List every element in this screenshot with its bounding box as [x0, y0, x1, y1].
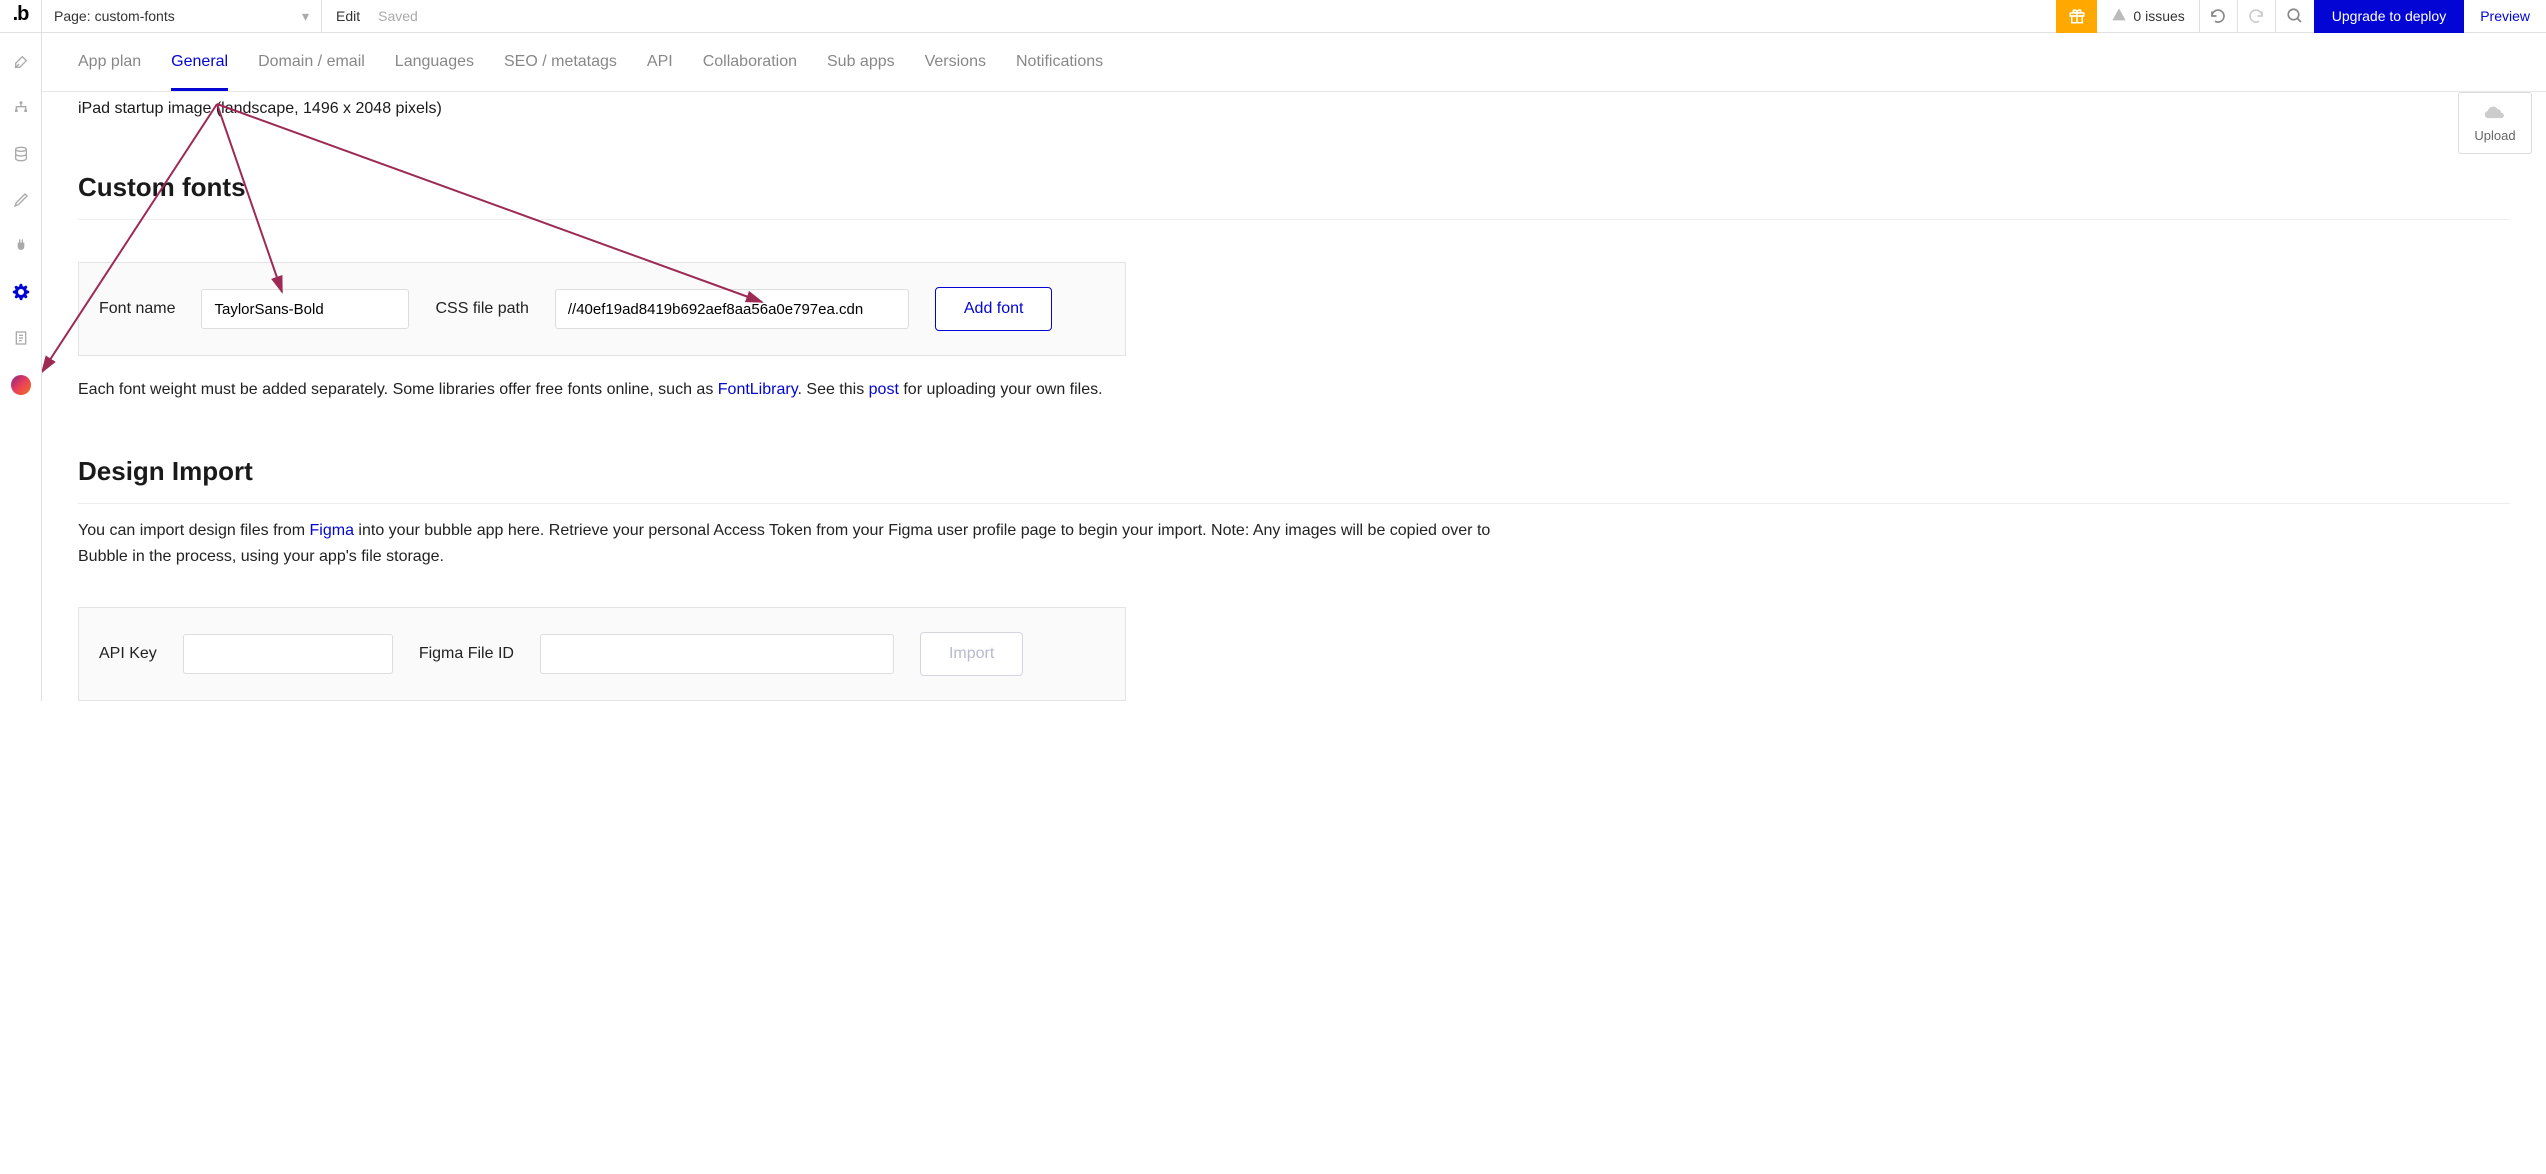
- cloud-upload-icon: [2484, 103, 2506, 124]
- plugins-icon[interactable]: [12, 237, 30, 255]
- upgrade-button[interactable]: Upgrade to deploy: [2314, 0, 2464, 33]
- tab-seo[interactable]: SEO / metatags: [504, 53, 617, 79]
- startup-image-label: iPad startup image (landscape, 1496 x 20…: [78, 92, 2510, 118]
- preview-button[interactable]: Preview: [2464, 0, 2546, 33]
- search-icon: [2286, 7, 2304, 25]
- font-name-label: Font name: [99, 300, 175, 318]
- figma-file-id-input[interactable]: [540, 634, 894, 674]
- figma-file-id-label: Figma File ID: [419, 645, 514, 663]
- redo-icon: [2247, 7, 2265, 25]
- issues-count: 0 issues: [2133, 8, 2184, 24]
- post-link[interactable]: post: [869, 381, 899, 398]
- logo[interactable]: .b: [0, 0, 42, 33]
- custom-fonts-heading: Custom fonts: [78, 172, 2510, 220]
- custom-fonts-description: Each font weight must be added separatel…: [78, 378, 2510, 402]
- edit-menu[interactable]: Edit: [322, 8, 374, 24]
- chevron-down-icon: ▾: [302, 8, 309, 25]
- gift-button[interactable]: [2056, 0, 2097, 33]
- sidebar: [0, 33, 42, 701]
- upload-label: Upload: [2474, 128, 2515, 143]
- undo-button[interactable]: [2200, 0, 2238, 33]
- tab-languages[interactable]: Languages: [395, 53, 474, 79]
- page-selector[interactable]: Page: custom-fonts ▾: [42, 0, 322, 32]
- undo-icon: [2209, 7, 2227, 25]
- saved-status: Saved: [374, 8, 422, 24]
- redo-button[interactable]: [2238, 0, 2276, 33]
- css-path-label: CSS file path: [435, 300, 528, 318]
- upload-button[interactable]: Upload: [2458, 92, 2532, 154]
- css-path-input[interactable]: [555, 289, 909, 329]
- data-icon[interactable]: [12, 145, 30, 163]
- design-import-panel: API Key Figma File ID Import: [78, 607, 1126, 701]
- design-icon[interactable]: [12, 53, 30, 71]
- avatar[interactable]: [11, 375, 31, 395]
- add-font-button[interactable]: Add font: [935, 287, 1053, 331]
- font-name-input[interactable]: [201, 289, 409, 329]
- design-import-heading: Design Import: [78, 456, 2510, 504]
- api-key-label: API Key: [99, 645, 157, 663]
- logs-icon[interactable]: [12, 329, 30, 347]
- import-button[interactable]: Import: [920, 632, 1023, 676]
- tab-collaboration[interactable]: Collaboration: [703, 53, 797, 79]
- api-key-input[interactable]: [183, 634, 393, 674]
- tab-sub-apps[interactable]: Sub apps: [827, 53, 895, 79]
- page-name: custom-fonts: [95, 8, 175, 24]
- annotation-arrows: [42, 92, 1142, 412]
- tab-domain-email[interactable]: Domain / email: [258, 53, 365, 79]
- tab-versions[interactable]: Versions: [925, 53, 986, 79]
- tab-notifications[interactable]: Notifications: [1016, 53, 1103, 79]
- search-button[interactable]: [2276, 0, 2314, 33]
- settings-tabs: App plan General Domain / email Language…: [42, 33, 2546, 92]
- styles-icon[interactable]: [12, 191, 30, 209]
- fontlibrary-link[interactable]: FontLibrary: [718, 381, 798, 398]
- figma-link[interactable]: Figma: [310, 522, 354, 539]
- design-import-description: You can import design files from Figma i…: [78, 518, 1538, 569]
- warning-icon: [2111, 7, 2127, 26]
- tab-app-plan[interactable]: App plan: [78, 53, 141, 79]
- workflow-icon[interactable]: [12, 99, 30, 117]
- tab-general[interactable]: General: [171, 53, 228, 91]
- custom-fonts-panel: Font name CSS file path Add font: [78, 262, 1126, 356]
- settings-icon[interactable]: [12, 283, 30, 301]
- tab-api[interactable]: API: [647, 53, 673, 79]
- issues-button[interactable]: 0 issues: [2097, 0, 2199, 32]
- gift-icon: [2068, 7, 2086, 25]
- page-prefix: Page:: [54, 8, 91, 24]
